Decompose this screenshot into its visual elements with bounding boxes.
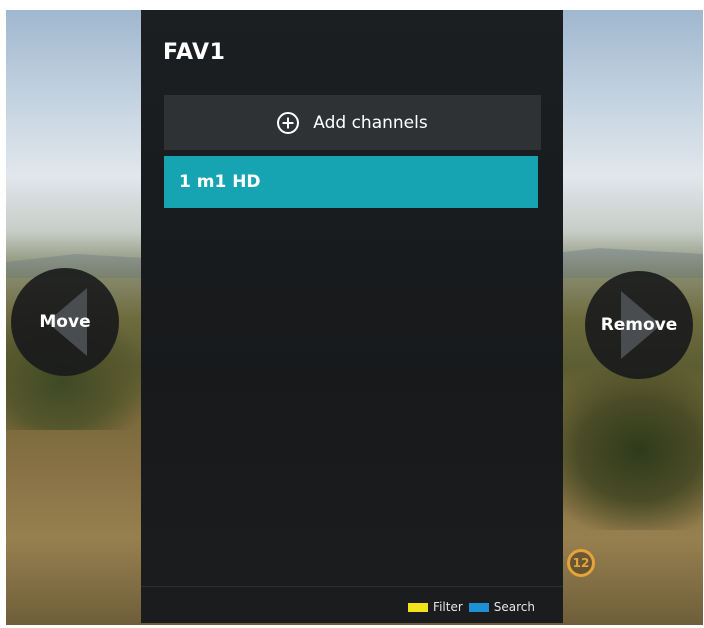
channel-name: 1 m1 HD <box>179 172 261 192</box>
plus-circle-icon <box>277 111 300 134</box>
move-label: Move <box>39 312 91 332</box>
remove-button[interactable]: Remove <box>585 271 693 379</box>
search-label: Search <box>493 600 535 614</box>
color-key-legend: Filter Search <box>402 600 535 614</box>
background-trees-right <box>543 370 703 530</box>
age-rating-badge: 12 <box>567 549 595 577</box>
filter-label: Filter <box>433 600 463 614</box>
favorites-panel: FAV1 Add channels 1 m1 HD Filter Search <box>141 10 563 623</box>
add-channels-label: Add channels <box>313 112 428 133</box>
move-button[interactable]: Move <box>11 268 119 376</box>
panel-footer: Filter Search <box>141 586 563 623</box>
add-channels-button[interactable]: Add channels <box>164 95 541 150</box>
filter-key[interactable]: Filter <box>408 600 463 614</box>
remove-label: Remove <box>600 315 678 335</box>
yellow-key-icon <box>408 602 429 612</box>
search-key[interactable]: Search <box>468 600 535 614</box>
panel-title: FAV1 <box>163 40 226 65</box>
channel-list-item[interactable]: 1 m1 HD <box>164 156 538 208</box>
blue-key-icon <box>468 602 489 612</box>
